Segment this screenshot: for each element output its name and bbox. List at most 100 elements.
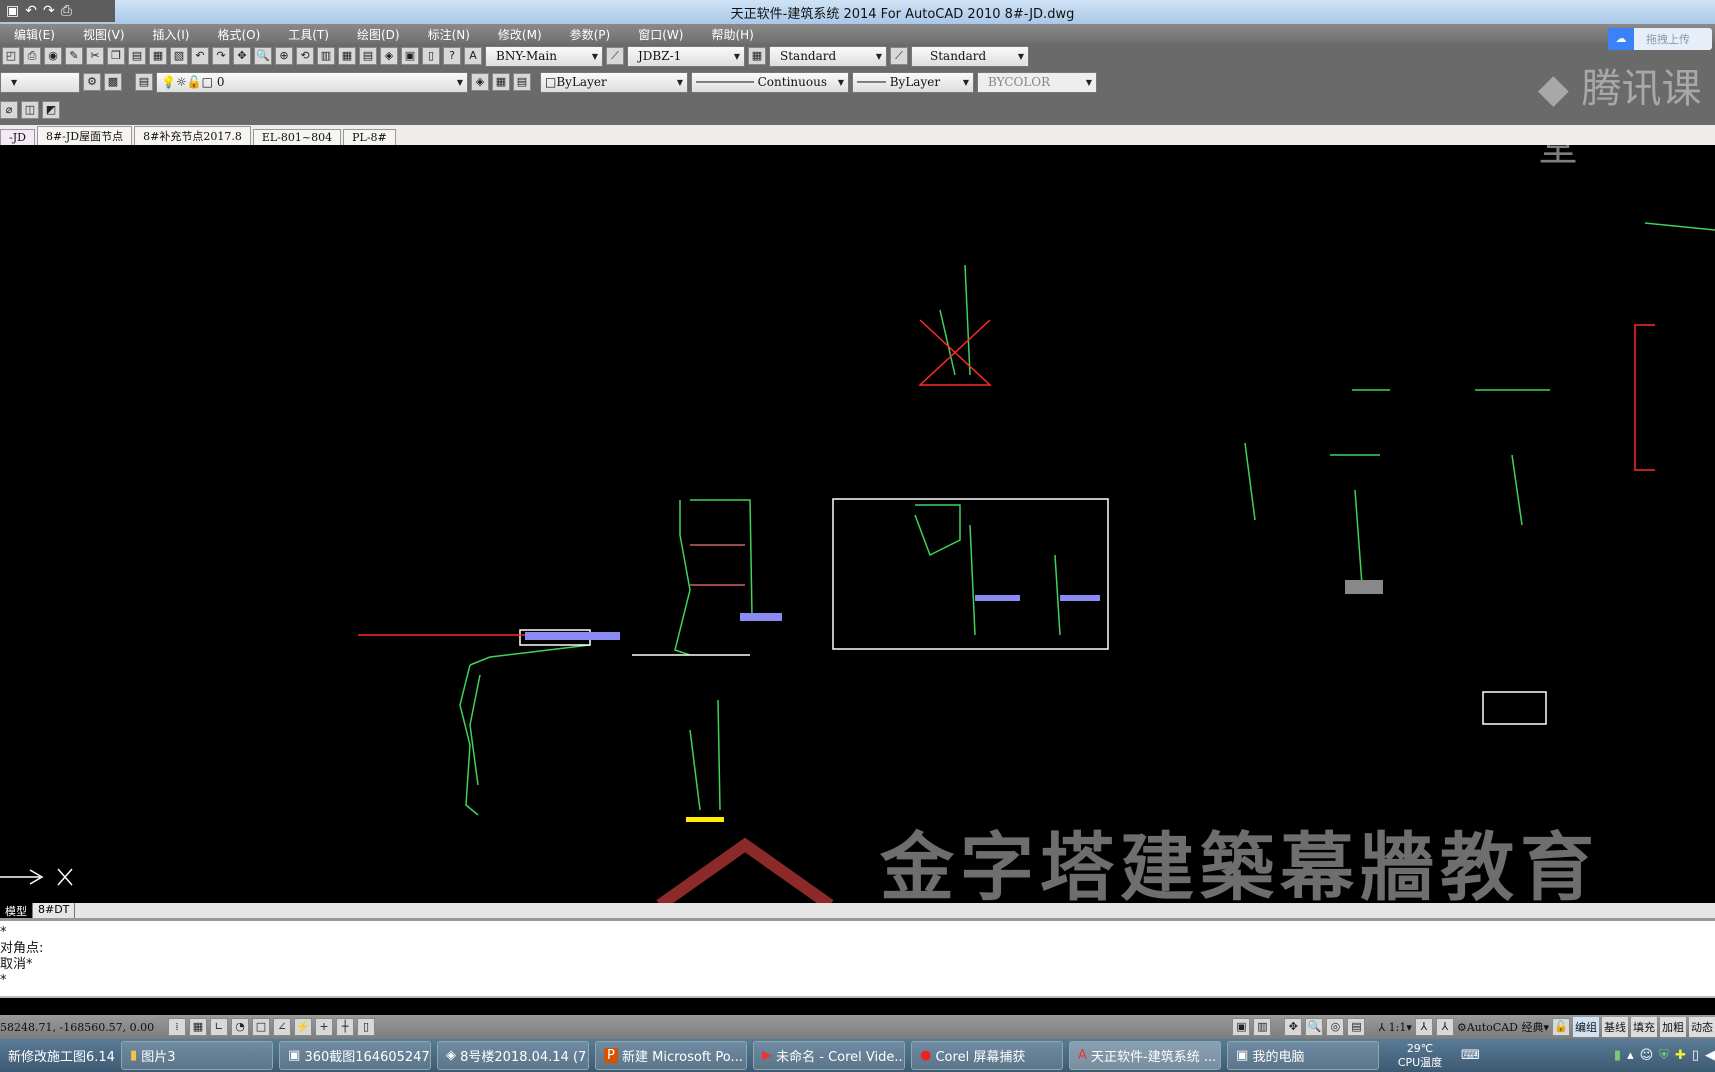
tab-layout-8dt[interactable]: 8#DT (33, 903, 76, 918)
annotation-scale[interactable]: ⅄ 1:1▾ (1378, 1021, 1411, 1034)
edit-icon[interactable]: ✎ (65, 47, 83, 65)
annotation-visibility-icon[interactable]: ⅄ (1414, 1018, 1433, 1036)
steering-icon[interactable]: ◎ (1326, 1018, 1345, 1036)
pan-icon[interactable]: ✥ (233, 47, 251, 65)
cut-icon[interactable]: ✂ (86, 47, 104, 65)
3d-delete-icon[interactable]: ◩ (42, 101, 60, 119)
layer-state-icon[interactable]: ▤ (513, 73, 531, 91)
markup-icon[interactable]: ▣ (401, 47, 419, 65)
design-center-icon[interactable]: ▦ (338, 47, 356, 65)
tab-roof-nodes[interactable]: 8#-JD屋面节点 (36, 126, 133, 145)
layer-manager-icon[interactable]: ▤ (135, 73, 153, 91)
menu-modify[interactable]: 修改(M) (484, 26, 556, 43)
menu-dimension[interactable]: 标注(N) (414, 26, 484, 43)
plot-icon[interactable]: ⎙ (23, 47, 41, 65)
lineweight-select[interactable]: ──── ByLayer (852, 71, 974, 93)
fill-button[interactable]: 填充 (1631, 1017, 1657, 1037)
text-style-icon[interactable]: A (464, 47, 482, 65)
tab-jd[interactable]: -JD (0, 129, 35, 145)
task-item[interactable]: ▣ 360截图164605247... (279, 1041, 431, 1070)
dim-style-icon[interactable]: ⟋ (606, 47, 624, 65)
tab-el-801[interactable]: EL-801~804 (252, 129, 342, 145)
no-icon[interactable]: ⌀ (0, 101, 18, 119)
lock-icon[interactable]: 🔓 (1552, 1018, 1570, 1036)
workspace-select[interactable] (0, 71, 80, 93)
qp-icon[interactable]: ▯ (357, 1018, 375, 1036)
upload-button[interactable]: ☁ 拖拽上传 (1608, 28, 1712, 50)
qq-icon[interactable]: ☺ (1640, 1048, 1654, 1063)
otrack-icon[interactable]: ∠ (273, 1018, 291, 1036)
plotstyle-select[interactable]: BYCOLOR (977, 71, 1097, 93)
usb-icon[interactable]: ▮ (1614, 1048, 1621, 1063)
baseline-button[interactable]: 基线 (1602, 1017, 1628, 1037)
undo-icon[interactable]: ↶ (191, 47, 209, 65)
zoom-window-icon[interactable]: ⊕ (275, 47, 293, 65)
tab-supplement-nodes[interactable]: 8#补充节点2017.8 (134, 126, 251, 145)
task-item-active[interactable]: A 天正软件-建筑系统 ... (1069, 1041, 1221, 1070)
keyboard-icon[interactable]: ⌨ (1461, 1048, 1480, 1063)
mleader-style-select[interactable]: Standard (911, 45, 1029, 67)
task-item[interactable]: ◈ 8号楼2018.04.14 (7... (437, 1041, 589, 1070)
model-icon[interactable]: ▣ (1232, 1018, 1251, 1036)
workspace-switch[interactable]: ⚙AutoCAD 经典▾ (1457, 1019, 1549, 1035)
tab-pl-8[interactable]: PL-8# (343, 129, 396, 145)
osnap-icon[interactable]: □ (252, 1018, 270, 1036)
zoom-icon[interactable]: 🔍 (254, 47, 272, 65)
make-current-icon[interactable]: ◈ (471, 73, 489, 91)
network-icon[interactable]: ▯ (1692, 1048, 1699, 1063)
dim-style-select[interactable]: JDBZ-1 (627, 45, 745, 67)
menu-window[interactable]: 窗口(W) (624, 26, 697, 43)
sheet-icon[interactable]: ◈ (380, 47, 398, 65)
menu-parameter[interactable]: 参数(P) (556, 26, 625, 43)
menu-help[interactable]: 帮助(H) (697, 26, 767, 43)
menu-view[interactable]: 视图(V) (69, 26, 139, 43)
tab-model[interactable]: 模型 (0, 903, 33, 918)
zoom-previous-icon[interactable]: ⟲ (296, 47, 314, 65)
volume-icon[interactable]: ◀ (1705, 1048, 1715, 1063)
ducs-icon[interactable]: ⚡ (294, 1018, 312, 1036)
color-select[interactable]: □ByLayer (540, 71, 688, 93)
pan-icon[interactable]: ✥ (1284, 1018, 1303, 1036)
paste-icon[interactable]: ▤ (128, 47, 146, 65)
shield-icon[interactable]: ⛨ (1659, 1048, 1669, 1063)
layer-previous-icon[interactable]: ▦ (492, 73, 510, 91)
table-style-select[interactable]: Standard (769, 45, 887, 67)
drawing-canvas[interactable]: 金字塔建築幕牆教育 (0, 145, 1715, 903)
snap-icon[interactable]: ⁞ (168, 1018, 186, 1036)
dyn-icon[interactable]: + (315, 1018, 333, 1036)
block-icon[interactable]: ▧ (170, 47, 188, 65)
task-item[interactable]: ▮ 图片3 (121, 1041, 273, 1070)
ortho-icon[interactable]: ∟ (210, 1018, 228, 1036)
group-button[interactable]: 编组 (1573, 1017, 1599, 1037)
menu-edit[interactable]: 编辑(E) (0, 26, 69, 43)
layout-icon[interactable]: ▥ (1253, 1018, 1272, 1036)
table-style-icon[interactable]: ▦ (748, 47, 766, 65)
palette-icon[interactable]: ▤ (359, 47, 377, 65)
showmotion-icon[interactable]: ▤ (1347, 1018, 1366, 1036)
grid-icon[interactable]: ▦ (189, 1018, 207, 1036)
lwt-icon[interactable]: ┼ (336, 1018, 354, 1036)
zoom-icon[interactable]: 🔍 (1305, 1018, 1324, 1036)
properties-icon[interactable]: ▥ (317, 47, 335, 65)
text-style-select[interactable]: BNY-Main (485, 45, 603, 67)
lock-ui-icon[interactable]: ▩ (104, 73, 122, 91)
menu-format[interactable]: 格式(O) (203, 26, 274, 43)
task-item[interactable]: P 新建 Microsoft Po... (595, 1041, 747, 1070)
command-line[interactable]: * 对角点: 取消* * (0, 918, 1715, 998)
bold-button[interactable]: 加粗 (1660, 1017, 1686, 1037)
dynamic-button[interactable]: 动态 (1689, 1017, 1715, 1037)
publish-icon[interactable]: ◉ (44, 47, 62, 65)
preview-icon[interactable]: ◰ (2, 47, 20, 65)
redo-icon[interactable]: ↷ (212, 47, 230, 65)
menu-insert[interactable]: 插入(I) (139, 26, 204, 43)
calculator-icon[interactable]: ▯ (422, 47, 440, 65)
settings-icon[interactable]: ⚙ (83, 73, 101, 91)
menu-draw[interactable]: 绘图(D) (343, 26, 414, 43)
autoscale-icon[interactable]: ⅄ (1435, 1018, 1454, 1036)
match-icon[interactable]: ▦ (149, 47, 167, 65)
linetype-select[interactable]: ──────── Continuous (691, 71, 849, 93)
polar-icon[interactable]: ◔ (231, 1018, 249, 1036)
task-item[interactable]: 新修改施工图6.14 (0, 1041, 115, 1070)
copy-icon[interactable]: ❐ (107, 47, 125, 65)
task-item[interactable]: ▶ 未命名 - Corel Vide... (753, 1041, 905, 1070)
